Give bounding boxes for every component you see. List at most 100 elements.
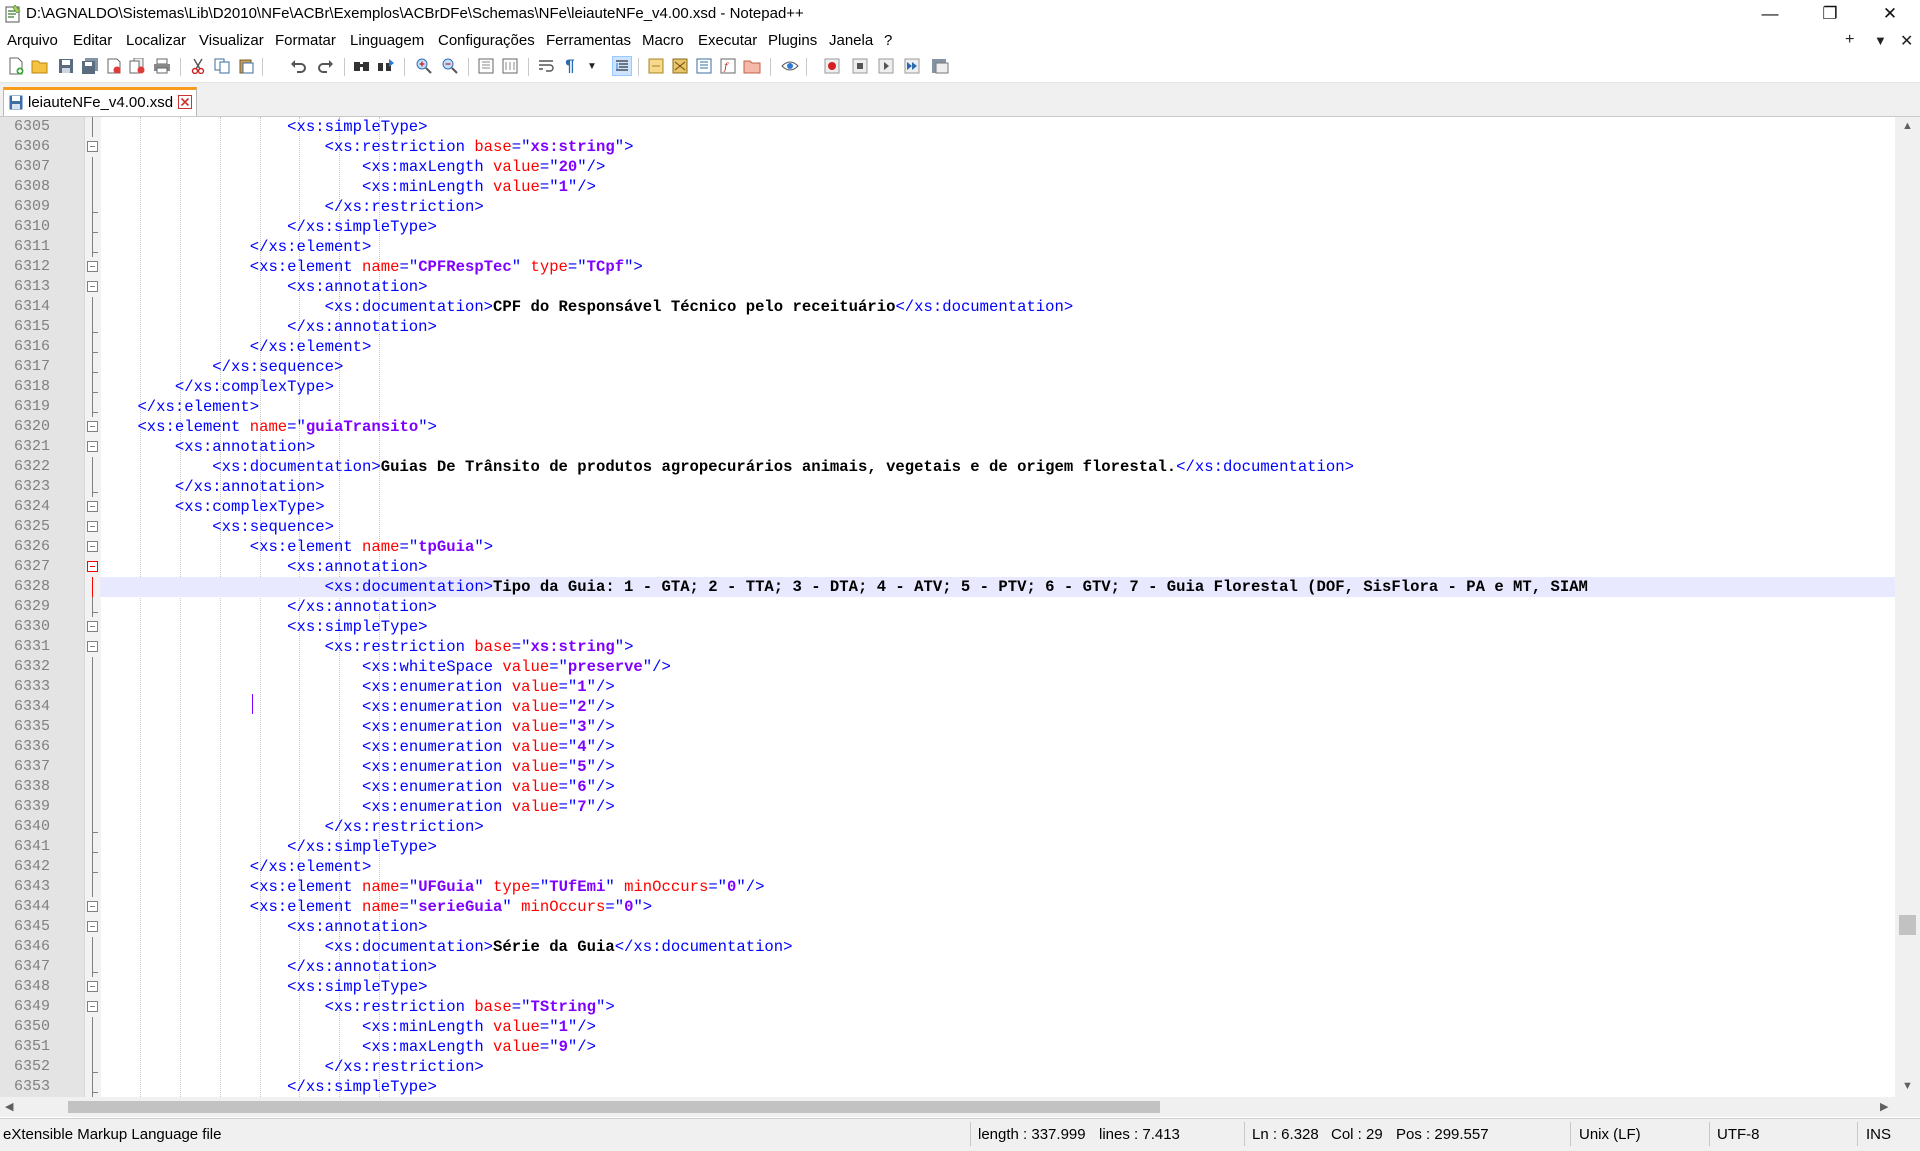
code-line[interactable]: <xs:element name="CPFRespTec" type="TCpf…	[100, 257, 1895, 277]
code-line[interactable]: <xs:enumeration value="3"/>	[100, 717, 1895, 737]
copy-icon[interactable]	[212, 56, 232, 76]
code-line[interactable]: </xs:restriction>	[100, 817, 1895, 837]
show-symbol-dropdown-icon[interactable]: ▼	[586, 56, 598, 76]
open-file-icon[interactable]	[30, 56, 50, 76]
menu-formatar[interactable]: Formatar	[275, 32, 336, 49]
code-line[interactable]: <xs:annotation>	[100, 917, 1895, 937]
code-line[interactable]: <xs:restriction base="xs:string">	[100, 137, 1895, 157]
menu-linguagem[interactable]: Linguagem	[350, 32, 424, 49]
fold-toggle-icon[interactable]	[87, 901, 98, 912]
scroll-down-arrow-icon[interactable]: ▼	[1902, 1080, 1913, 1092]
code-line[interactable]: <xs:sequence>	[100, 517, 1895, 537]
fold-toggle-icon[interactable]	[87, 141, 98, 152]
code-line[interactable]: <xs:maxLength value="20"/>	[100, 157, 1895, 177]
fold-toggle-icon[interactable]	[87, 921, 98, 932]
sync-vertical-scroll-icon[interactable]	[476, 56, 496, 76]
tab-list-dropdown-icon[interactable]: ▼	[1874, 33, 1887, 48]
code-line[interactable]: <xs:enumeration value="5"/>	[100, 757, 1895, 777]
code-line[interactable]: <xs:element name="UFGuia" type="TUfEmi" …	[100, 877, 1895, 897]
sync-horizontal-scroll-icon[interactable]	[500, 56, 520, 76]
save-macro-icon[interactable]	[930, 56, 950, 76]
status-eol-format[interactable]: Unix (LF)	[1579, 1126, 1641, 1143]
fold-toggle-icon[interactable]	[87, 501, 98, 512]
code-line[interactable]: <xs:simpleType>	[100, 977, 1895, 997]
start-recording-icon[interactable]	[822, 56, 842, 76]
fold-toggle-icon[interactable]	[87, 281, 98, 292]
menu-help[interactable]: ?	[884, 32, 892, 49]
code-line[interactable]: <xs:documentation>Série da Guia</xs:docu…	[100, 937, 1895, 957]
code-line[interactable]: </xs:element>	[100, 337, 1895, 357]
menu-ferramentas[interactable]: Ferramentas	[546, 32, 631, 49]
code-line[interactable]: <xs:restriction base="xs:string">	[100, 637, 1895, 657]
save-all-icon[interactable]	[80, 56, 100, 76]
code-line[interactable]: <xs:enumeration value="4"/>	[100, 737, 1895, 757]
fold-toggle-icon[interactable]	[87, 561, 98, 572]
save-icon[interactable]	[56, 56, 76, 76]
fold-toggle-icon[interactable]	[87, 521, 98, 532]
code-line[interactable]: <xs:minLength value="1"/>	[100, 177, 1895, 197]
menu-executar[interactable]: Executar	[698, 32, 757, 49]
undo-icon[interactable]	[288, 56, 308, 76]
code-line[interactable]: <xs:complexType>	[100, 497, 1895, 517]
code-line[interactable]: </xs:annotation>	[100, 477, 1895, 497]
code-line[interactable]: <xs:simpleType>	[100, 117, 1895, 137]
menu-editar[interactable]: Editar	[73, 32, 112, 49]
menu-visualizar[interactable]: Visualizar	[199, 32, 264, 49]
close-document-icon[interactable]: ✕	[1900, 31, 1913, 51]
code-line[interactable]: </xs:simpleType>	[100, 1077, 1895, 1097]
restore-button[interactable]: ❐	[1800, 0, 1860, 28]
editor-pane[interactable]: 6305 6306 6307 6308 6309 6310 6311 6312 6313 6314…	[0, 117, 1920, 1097]
code-line[interactable]: <xs:maxLength value="9"/>	[100, 1037, 1895, 1057]
code-line[interactable]: </xs:element>	[100, 237, 1895, 257]
vertical-scroll-thumb[interactable]	[1899, 915, 1916, 935]
new-tab-plus-icon[interactable]: +	[1845, 31, 1854, 49]
word-wrap-icon[interactable]	[536, 56, 556, 76]
code-line[interactable]: </xs:element>	[100, 857, 1895, 877]
code-line[interactable]: <xs:element name="tpGuia">	[100, 537, 1895, 557]
close-all-icon[interactable]	[128, 56, 148, 76]
function-list-icon[interactable]: f	[718, 56, 738, 76]
code-line[interactable]: <xs:documentation>Guias De Trânsito de p…	[100, 457, 1895, 477]
code-line[interactable]: </xs:restriction>	[100, 1057, 1895, 1077]
tab-close-icon[interactable]	[178, 95, 192, 109]
menu-janela[interactable]: Janela	[829, 32, 873, 49]
menu-configuracoes[interactable]: Configurações	[438, 32, 535, 49]
close-window-button[interactable]: ✕	[1860, 0, 1920, 28]
paste-icon[interactable]	[236, 56, 256, 76]
code-line[interactable]: <xs:minLength value="1"/>	[100, 1017, 1895, 1037]
close-file-icon[interactable]	[104, 56, 124, 76]
code-line[interactable]: </xs:annotation>	[100, 317, 1895, 337]
code-line[interactable]: </xs:annotation>	[100, 597, 1895, 617]
fold-toggle-icon[interactable]	[87, 621, 98, 632]
code-line[interactable]: </xs:complexType>	[100, 377, 1895, 397]
vertical-scrollbar[interactable]: ▲ ▼	[1895, 117, 1920, 1097]
code-line[interactable]: </xs:restriction>	[100, 197, 1895, 217]
document-list-icon[interactable]	[694, 56, 714, 76]
menu-macro[interactable]: Macro	[642, 32, 684, 49]
code-line[interactable]: <xs:whiteSpace value="preserve"/>	[100, 657, 1895, 677]
scroll-up-arrow-icon[interactable]: ▲	[1902, 120, 1913, 132]
current-code-line[interactable]: <xs:documentation>Tipo da Guia: 1 - GTA;…	[100, 577, 1895, 597]
scroll-left-arrow-icon[interactable]: ◀	[5, 1100, 13, 1113]
fold-toggle-icon[interactable]	[87, 261, 98, 272]
zoom-in-icon[interactable]	[414, 56, 434, 76]
scroll-right-arrow-icon[interactable]: ▶	[1880, 1100, 1888, 1113]
code-line[interactable]: <xs:simpleType>	[100, 617, 1895, 637]
print-icon[interactable]	[152, 56, 172, 76]
fold-toggle-icon[interactable]	[87, 1001, 98, 1012]
user-defined-language-icon[interactable]	[646, 56, 666, 76]
code-line[interactable]: <xs:enumeration value="2"/>	[100, 697, 1895, 717]
code-line[interactable]: <xs:enumeration value="6"/>	[100, 777, 1895, 797]
code-line[interactable]: <xs:element name="guiaTransito">	[100, 417, 1895, 437]
menu-localizar[interactable]: Localizar	[126, 32, 186, 49]
horizontal-scrollbar[interactable]: ◀ ▶	[0, 1097, 1895, 1117]
zoom-out-icon[interactable]	[440, 56, 460, 76]
redo-icon[interactable]	[316, 56, 336, 76]
monitoring-eye-icon[interactable]	[780, 56, 800, 76]
status-encoding[interactable]: UTF-8	[1717, 1126, 1760, 1143]
fold-toggle-icon[interactable]	[87, 981, 98, 992]
code-line[interactable]: </xs:annotation>	[100, 957, 1895, 977]
code-line[interactable]: </xs:simpleType>	[100, 217, 1895, 237]
code-line[interactable]: </xs:element>	[100, 397, 1895, 417]
code-line[interactable]: <xs:element name="serieGuia" minOccurs="…	[100, 897, 1895, 917]
